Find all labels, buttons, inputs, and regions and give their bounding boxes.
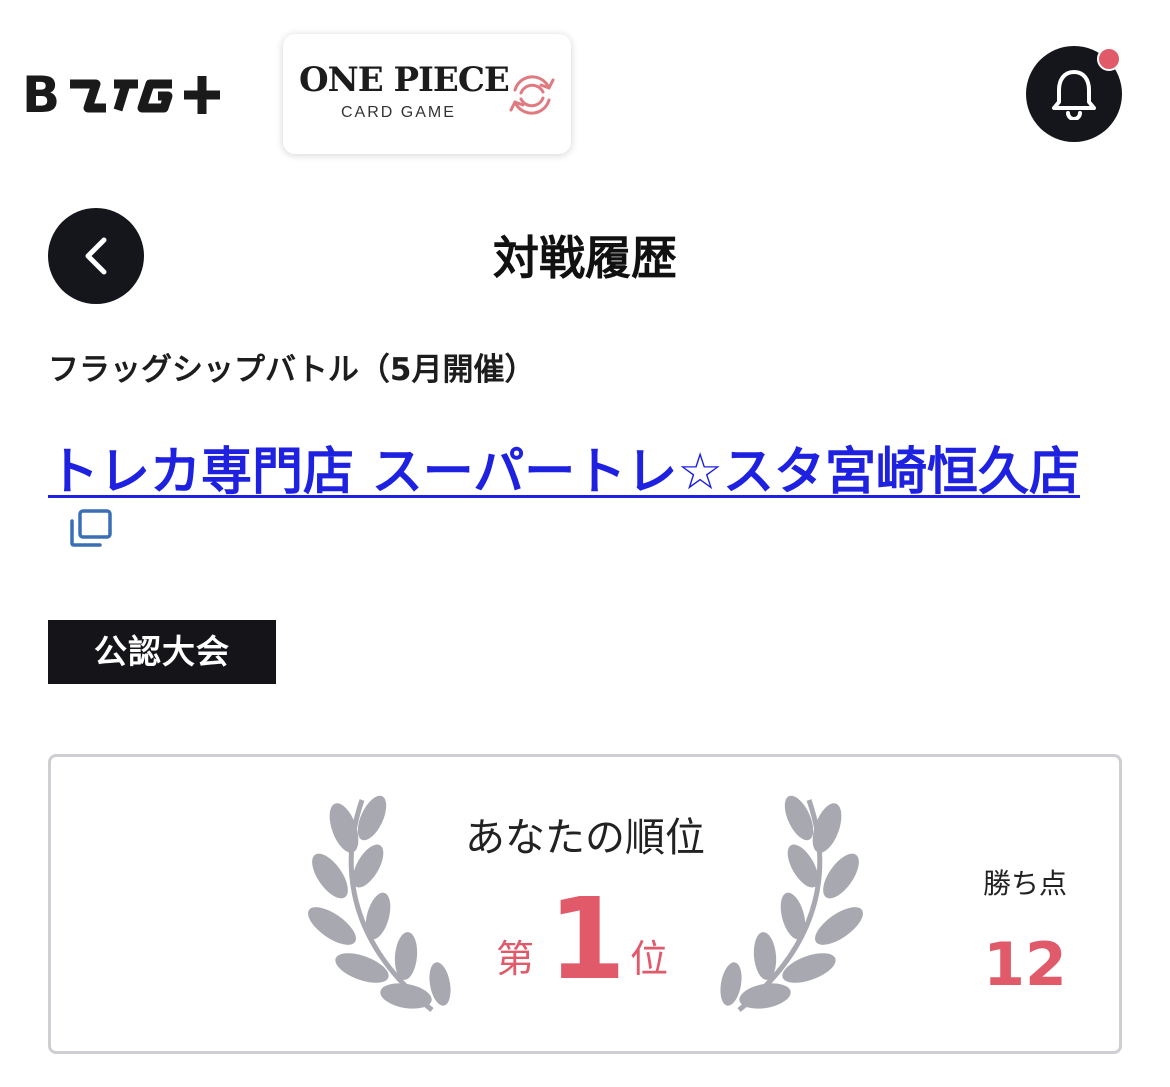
bell-icon	[1052, 70, 1096, 120]
rank-suffix: 位	[630, 937, 669, 981]
store-name-block: トレカ専門店 スーパートレ☆スタ宮崎恒久店	[48, 438, 1128, 548]
game-logo-title: ONE PIECE	[299, 60, 510, 100]
rank-prefix: 第	[496, 937, 535, 981]
rank-label: あなたの順位	[465, 815, 705, 861]
bandai-tcg-plus-logo[interactable]: B	[22, 64, 236, 120]
svg-text:B: B	[22, 66, 60, 120]
notification-badge	[1097, 47, 1121, 71]
chevron-left-icon	[85, 237, 107, 275]
sync-icon	[509, 75, 555, 115]
external-window-icon[interactable]	[68, 508, 114, 548]
page-title: 対戦履歴	[493, 231, 677, 285]
points-label: 勝ち点	[982, 867, 1067, 900]
game-logo-subtitle: CARD GAME	[341, 104, 456, 121]
event-tag: 公認大会	[48, 620, 276, 684]
points-value: 12	[983, 930, 1067, 1000]
store-link[interactable]: トレカ専門店 スーパートレ☆スタ宮崎恒久店	[48, 443, 1080, 502]
back-button[interactable]	[48, 208, 144, 304]
game-selector[interactable]: ONE PIECE CARD GAME	[283, 34, 571, 154]
rank-value: 1	[548, 875, 626, 1005]
event-name: フラッグシップバトル（5月開催）	[48, 352, 536, 388]
